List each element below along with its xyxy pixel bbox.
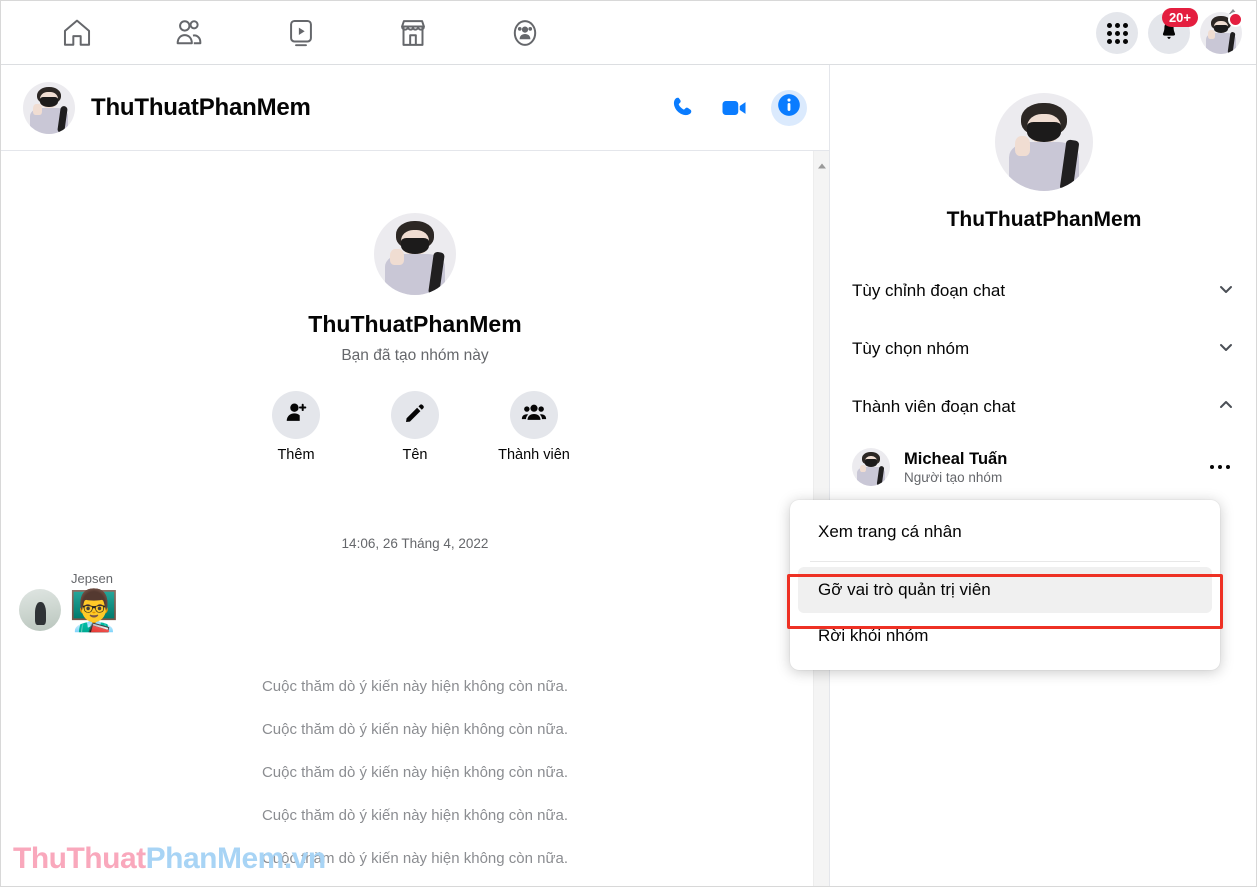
sidebar-section-label: Tùy chọn nhóm <box>852 339 970 358</box>
members-label: Thành viên <box>498 447 570 463</box>
members-action[interactable]: Thành viên <box>496 391 572 463</box>
member-options-button[interactable] <box>1204 459 1237 476</box>
poll-expired-message: Cuộc thăm dò ý kiến này hiện không còn n… <box>261 807 569 824</box>
nav-groups-button[interactable] <box>469 8 581 58</box>
chevron-up-icon <box>1216 395 1236 420</box>
marketplace-icon <box>396 16 430 50</box>
thread-group-subtitle: Bạn đã tạo nhóm này <box>341 347 489 364</box>
sidebar-section-chat-members[interactable]: Thành viên đoạn chat <box>830 378 1256 436</box>
member-context-menu: Xem trang cá nhân Gỡ vai trò quản trị vi… <box>790 500 1220 670</box>
thread-quick-actions: Thêm Tên Thành viên <box>1 391 829 463</box>
context-menu-item-leave-group[interactable]: Rời khỏi nhóm <box>798 613 1212 659</box>
sidebar-section-label: Thành viên đoạn chat <box>852 397 1016 416</box>
add-member-label: Thêm <box>277 447 315 463</box>
context-menu-item-remove-admin[interactable]: Gỡ vai trò quản trị viên <box>798 567 1212 613</box>
chevron-down-icon <box>1216 279 1236 304</box>
info-icon <box>776 92 802 123</box>
poll-expired-message: Cuộc thăm dò ý kiến này hiện không còn n… <box>261 721 569 738</box>
sticker-message[interactable]: 👨‍🏫 <box>69 591 119 631</box>
nav-right-group: 20+ <box>1096 1 1243 65</box>
top-navigation-bar: 20+ <box>1 1 1256 65</box>
poll-message-list: Cuộc thăm dò ý kiến này hiện không còn n… <box>1 665 829 880</box>
poll-expired-message: Cuộc thăm dò ý kiến này hiện không còn n… <box>261 678 569 695</box>
thread-profile-block: ThuThuatPhanMem Bạn đã tạo nhóm này Thêm… <box>1 151 829 463</box>
nav-marketplace-button[interactable] <box>357 8 469 58</box>
chat-header: ThuThuatPhanMem <box>1 65 829 151</box>
account-status-dot <box>1228 12 1243 27</box>
message-sender-name: Jepsen <box>71 571 113 586</box>
facebook-messenger-window: 20+ ThuThuatPhanMem ThuThuatPhanMem Bạn … <box>0 0 1257 887</box>
thread-group-avatar[interactable] <box>374 213 456 295</box>
poll-expired-message: Cuộc thăm dò ý kiến này hiện không còn n… <box>261 850 569 867</box>
nav-icon-group <box>21 8 581 58</box>
menu-grid-button[interactable] <box>1096 12 1138 54</box>
member-role: Người tạo nhóm <box>904 469 1003 485</box>
add-member-action[interactable]: Thêm <box>258 391 334 463</box>
edit-name-action[interactable]: Tên <box>377 391 453 463</box>
friends-icon <box>172 16 206 50</box>
chat-header-actions <box>669 89 807 126</box>
sidebar-section-customize-chat[interactable]: Tùy chỉnh đoạn chat <box>830 262 1256 320</box>
poll-expired-message: Cuộc thăm dò ý kiến này hiện không còn n… <box>261 764 569 781</box>
context-menu-divider <box>810 561 1200 562</box>
video-call-button[interactable] <box>719 93 749 123</box>
sidebar-section-group-options[interactable]: Tùy chọn nhóm <box>830 320 1256 378</box>
pencil-icon <box>403 401 427 430</box>
sidebar-group-name: ThuThuatPhanMem <box>946 208 1142 231</box>
message-group-jepsen: Jepsen 👨‍🏫 <box>1 571 829 631</box>
chat-info-button[interactable] <box>771 89 807 126</box>
chat-details-sidebar: ThuThuatPhanMem Tùy chỉnh đoạn chat Tùy … <box>829 65 1256 886</box>
members-icon <box>521 400 547 431</box>
chat-header-avatar[interactable] <box>23 81 75 134</box>
chevron-down-icon <box>1216 337 1236 362</box>
chat-title[interactable]: ThuThuatPhanMem <box>91 94 311 122</box>
add-person-icon <box>284 400 309 430</box>
voice-call-button[interactable] <box>669 94 697 122</box>
notification-badge: 20+ <box>1161 8 1198 27</box>
notifications-button[interactable]: 20+ <box>1148 8 1198 54</box>
message-timestamp: 14:06, 26 Tháng 4, 2022 <box>341 536 489 551</box>
sidebar-profile: ThuThuatPhanMem <box>830 65 1256 232</box>
home-icon <box>60 16 94 50</box>
nav-friends-button[interactable] <box>133 8 245 58</box>
groups-icon <box>508 16 542 50</box>
account-avatar-button[interactable] <box>1200 12 1243 54</box>
member-name: Micheal Tuấn <box>904 449 1008 468</box>
sidebar-group-avatar[interactable] <box>995 93 1093 191</box>
message-thread: ThuThuatPhanMem Bạn đã tạo nhóm này Thêm… <box>1 151 829 886</box>
scroll-up-icon[interactable] <box>817 157 827 169</box>
grid-icon <box>1106 22 1128 44</box>
sidebar-section-label: Tùy chỉnh đoạn chat <box>852 281 1006 300</box>
watch-icon <box>284 16 318 50</box>
edit-name-label: Tên <box>402 447 428 463</box>
member-avatar <box>852 448 890 486</box>
message-sender-avatar[interactable] <box>19 589 61 631</box>
context-menu-item-view-profile[interactable]: Xem trang cá nhân <box>798 509 1212 555</box>
nav-watch-button[interactable] <box>245 8 357 58</box>
member-row[interactable]: Micheal Tuấn Người tạo nhóm <box>830 436 1256 498</box>
nav-home-button[interactable] <box>21 8 133 58</box>
thread-group-name: ThuThuatPhanMem <box>308 311 522 337</box>
